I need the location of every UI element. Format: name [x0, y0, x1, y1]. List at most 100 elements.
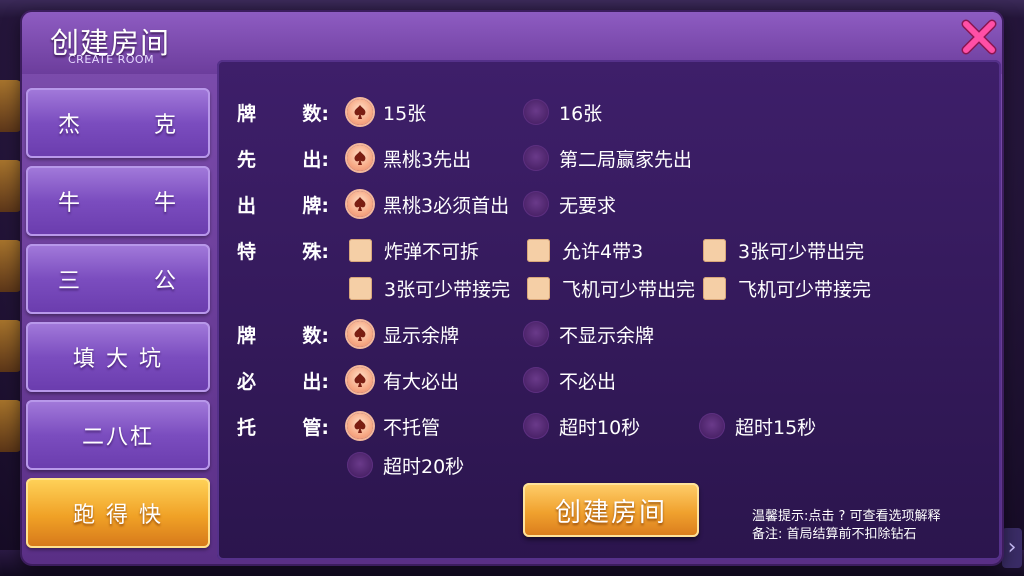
row-label-part: 殊: — [302, 241, 329, 263]
option-label: 允许4带3 — [562, 240, 644, 263]
radio-option[interactable]: 16张 — [523, 97, 602, 127]
tab-label: 牛牛 — [58, 185, 178, 217]
option-label: 飞机可少带出完 — [562, 278, 696, 301]
option-label: 不托管 — [383, 416, 441, 439]
radio-selected-icon — [347, 191, 373, 217]
option-label: 有大必出 — [383, 370, 460, 393]
option-label: 超时20秒 — [383, 455, 465, 478]
tab-label-char: 公 — [153, 269, 178, 294]
tab-label-char: 杰 — [58, 113, 83, 138]
lobby-side-icon — [0, 240, 22, 292]
dialog-subtitle: CREATE ROOM — [68, 53, 155, 66]
radio-option[interactable]: 有大必出 — [347, 365, 459, 395]
row-label-part: 牌 — [237, 103, 257, 125]
radio-option[interactable]: 超时15秒 — [699, 411, 816, 441]
option-label: 15张 — [383, 102, 427, 125]
option-label: 第二局赢家先出 — [559, 148, 693, 171]
option-label: 飞机可少带接完 — [738, 278, 872, 301]
chevron-right-icon: › — [1002, 528, 1022, 568]
row-label-part: 管: — [302, 417, 329, 439]
radio-selected-icon — [347, 321, 373, 347]
radio-option[interactable]: 无要求 — [523, 189, 616, 219]
close-icon — [961, 19, 997, 55]
checkbox-icon — [527, 276, 550, 300]
tab-label-char: 克 — [153, 113, 178, 138]
radio-unselected-icon — [523, 145, 549, 171]
row-label-first-play: 先 出: — [237, 145, 329, 172]
tab-paodekuai[interactable]: 跑 得 快 — [26, 478, 210, 548]
option-label: 无要求 — [559, 194, 617, 217]
note-text: 备注: 首局结算前不扣除钻石 — [752, 527, 917, 542]
create-room-button[interactable]: 创建房间 — [523, 483, 699, 537]
tab-label: 杰克 — [58, 107, 178, 139]
radio-option[interactable]: 不必出 — [523, 365, 616, 395]
checkbox-icon — [349, 238, 372, 262]
row-label-card-count: 牌 数: — [237, 99, 329, 126]
tab-label: 三公 — [58, 263, 178, 295]
option-label: 显示余牌 — [383, 324, 460, 347]
hint-text: 温馨提示:点击 ? 可查看选项解释 — [752, 509, 941, 524]
radio-option[interactable]: 15张 — [347, 97, 426, 127]
lobby-side-icon — [0, 80, 22, 132]
tab-label-char: 牛 — [58, 191, 83, 216]
tab-niuniu[interactable]: 牛牛 — [26, 166, 210, 236]
radio-selected-icon — [347, 99, 373, 125]
radio-option[interactable]: 不显示余牌 — [523, 319, 654, 349]
radio-unselected-icon — [523, 321, 549, 347]
option-label: 3张可少带出完 — [738, 240, 865, 263]
row-label-play-card: 出 牌: — [237, 191, 329, 218]
options-panel: 牌数: 15张 16张 先出: 黑桃3先出 第二局赢家先出 出牌: 黑桃3必须首… — [217, 60, 1001, 560]
radio-selected-icon — [347, 367, 373, 393]
radio-unselected-icon — [523, 367, 549, 393]
checkbox-option[interactable]: 飞机可少带出完 — [527, 273, 695, 303]
radio-option[interactable]: 第二局赢家先出 — [523, 143, 692, 173]
radio-selected-icon — [347, 413, 373, 439]
checkbox-option[interactable]: 3张可少带接完 — [349, 273, 510, 303]
checkbox-option[interactable]: 炸弹不可拆 — [349, 235, 479, 265]
lobby-side-icon — [0, 160, 22, 212]
option-label: 3张可少带接完 — [384, 278, 511, 301]
checkbox-icon — [703, 276, 726, 300]
radio-unselected-icon — [523, 99, 549, 125]
checkbox-option[interactable]: 3张可少带出完 — [703, 235, 864, 265]
create-room-dialog: 创建房间 CREATE ROOM 杰克 牛牛 三公 填 大 坑 二八杠 跑 得 … — [22, 12, 1002, 564]
radio-option[interactable]: 不托管 — [347, 411, 440, 441]
checkbox-icon — [703, 238, 726, 262]
checkbox-icon — [349, 276, 372, 300]
radio-selected-icon — [347, 145, 373, 171]
tab-tiandakeng[interactable]: 填 大 坑 — [26, 322, 210, 392]
row-label-auto-play: 托 管: — [237, 413, 329, 440]
lobby-side-icon — [0, 320, 22, 372]
checkbox-option[interactable]: 飞机可少带接完 — [703, 273, 871, 303]
close-button[interactable] — [958, 16, 1000, 58]
option-label: 超时15秒 — [735, 416, 817, 439]
tab-jieke[interactable]: 杰克 — [26, 88, 210, 158]
row-label-part: 先 — [237, 149, 257, 171]
tab-erbagang[interactable]: 二八杠 — [26, 400, 210, 470]
tab-label-char: 三 — [58, 269, 83, 294]
tab-label-char: 牛 — [153, 191, 178, 216]
option-label: 不显示余牌 — [559, 324, 655, 347]
radio-option[interactable]: 超时20秒 — [347, 450, 464, 480]
radio-option[interactable]: 显示余牌 — [347, 319, 459, 349]
row-label-must-play: 必 出: — [237, 367, 329, 394]
row-label-part: 必 — [237, 371, 257, 393]
tab-label: 填 大 坑 — [73, 347, 163, 372]
row-label-show-cards: 牌 数: — [237, 321, 329, 348]
tab-sangong[interactable]: 三公 — [26, 244, 210, 314]
row-label-part: 数: — [302, 325, 329, 347]
radio-option[interactable]: 黑桃3先出 — [347, 143, 471, 173]
option-label: 黑桃3先出 — [383, 148, 472, 171]
radio-unselected-icon — [347, 452, 373, 478]
row-label-part: 牌: — [302, 195, 329, 217]
row-label-part: 出: — [302, 371, 329, 393]
radio-option[interactable]: 超时10秒 — [523, 411, 640, 441]
tab-label: 二八杠 — [81, 425, 154, 450]
radio-unselected-icon — [699, 413, 725, 439]
radio-option[interactable]: 黑桃3必须首出 — [347, 189, 509, 219]
row-label-part: 出 — [237, 195, 257, 217]
checkbox-option[interactable]: 允许4带3 — [527, 235, 643, 265]
option-label: 超时10秒 — [559, 416, 641, 439]
radio-unselected-icon — [523, 413, 549, 439]
row-label-part: 数: — [302, 103, 329, 125]
